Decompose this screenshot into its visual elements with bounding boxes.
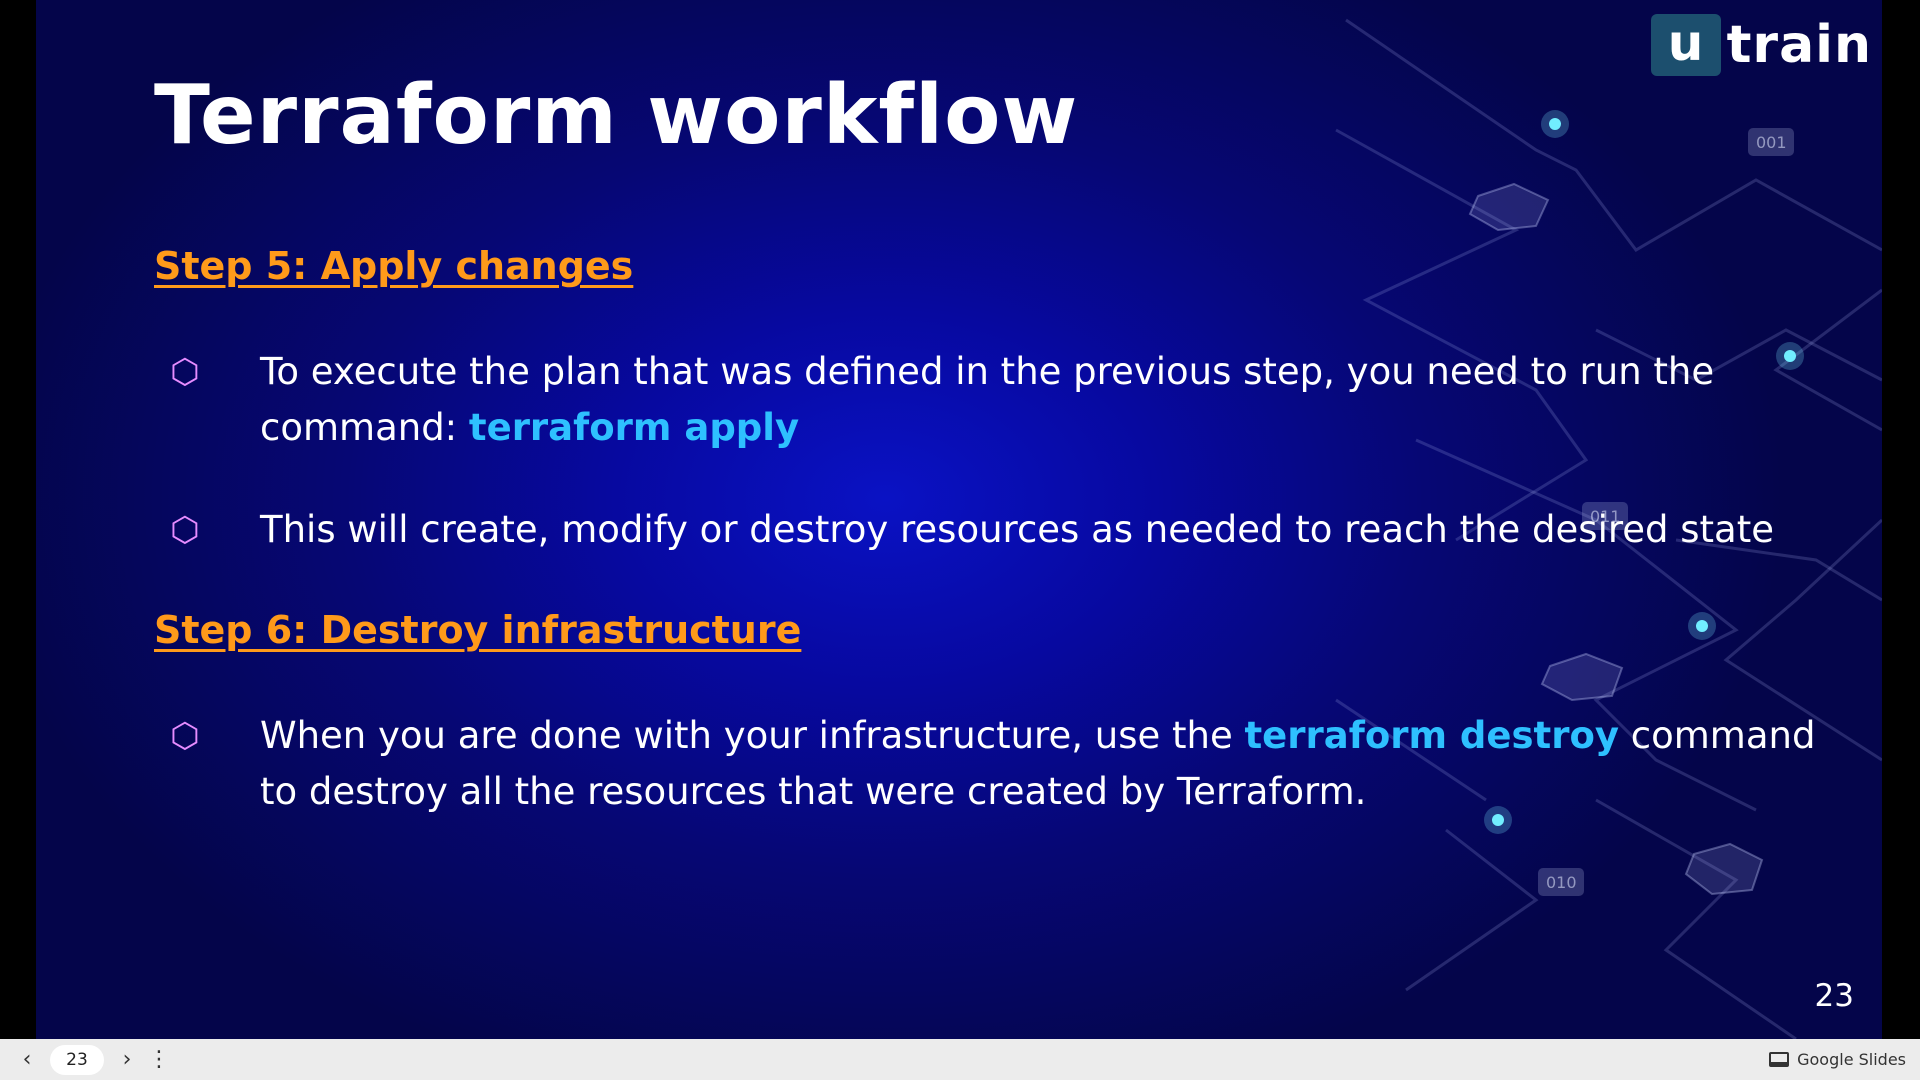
bullet-text: When you are done with your infrastructu… (260, 708, 1862, 820)
next-slide-button[interactable]: › (110, 1043, 144, 1077)
more-vert-icon: ⋮ (148, 1047, 170, 1072)
bullet-text-part: When you are done with your infrastructu… (260, 714, 1245, 757)
step5-heading[interactable]: Step 5: Apply changes (154, 244, 633, 288)
code-terraform-destroy: terraform destroy (1244, 714, 1620, 757)
bullet-item: ⬡ To execute the plan that was defined i… (162, 344, 1862, 456)
chevron-left-icon: ‹ (22, 1047, 32, 1072)
previous-slide-button[interactable]: ‹ (10, 1043, 44, 1077)
utrain-logo: u train (1650, 14, 1872, 76)
brand-label: Google Slides (1797, 1050, 1906, 1069)
chevron-right-icon: › (122, 1047, 132, 1072)
bullet-text: To execute the plan that was defined in … (260, 344, 1862, 456)
more-options-button[interactable]: ⋮ (144, 1047, 174, 1072)
step6-heading[interactable]: Step 6: Destroy infrastructure (154, 608, 801, 652)
hexagon-bullet-icon: ⬡ (170, 716, 200, 756)
page-number-input[interactable]: 23 (50, 1044, 104, 1075)
bullet-item: ⬡ This will create, modify or destroy re… (162, 502, 1862, 558)
slide-title: Terraform workflow (154, 68, 1079, 163)
google-slides-link[interactable]: Google Slides (1769, 1039, 1906, 1080)
bullet-item: ⬡ When you are done with your infrastruc… (162, 708, 1862, 820)
slide-page-number: 23 (1814, 978, 1854, 1014)
code-terraform-apply: terraform apply (468, 406, 800, 449)
bullet-text: This will create, modify or destroy reso… (260, 508, 1775, 551)
slides-icon (1769, 1052, 1790, 1067)
hexagon-bullet-icon: ⬡ (170, 352, 200, 392)
hexagon-bullet-icon: ⬡ (170, 510, 200, 550)
decor-label: 001 (1756, 133, 1787, 152)
logo-word: train (1726, 15, 1872, 75)
slides-toolbar: ‹ 23 › ⋮ Google Slides (0, 1039, 1920, 1080)
logo-box: u (1650, 14, 1721, 76)
decor-label: 010 (1546, 873, 1577, 892)
slide-canvas: 001 011 010 u train Terraform workflow S… (36, 0, 1882, 1039)
